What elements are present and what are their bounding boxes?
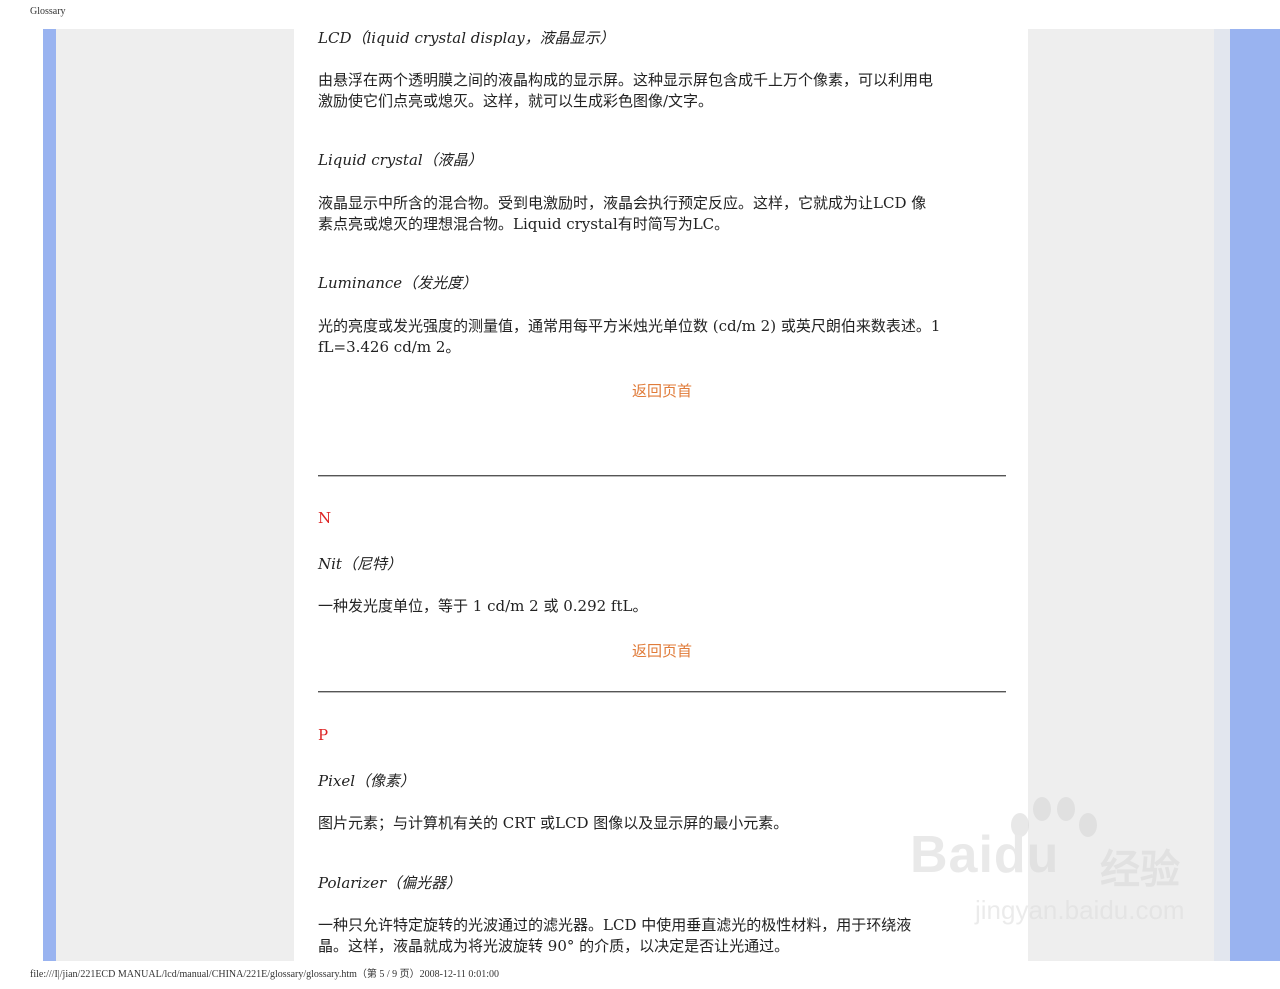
- desc-line: 素点亮或熄灭的理想混合物。Liquid crystal有时简写为LC。: [318, 215, 730, 233]
- watermark-logo-text: Baidu: [910, 826, 1060, 884]
- section-letter-p: P: [318, 726, 329, 744]
- right-light-border: [1214, 29, 1230, 961]
- glossary-desc-nit: 一种发光度单位，等于 1 cd/m 2 或 0.292 ftL。: [318, 596, 1008, 617]
- watermark-url: jingyan.baidu.com: [975, 895, 1185, 925]
- glossary-term-nit: Nit（尼特）: [318, 555, 402, 573]
- page-footer-path: file:///I|/jian/221ECD MANUAL/lcd/manual…: [30, 969, 499, 980]
- back-to-top-link[interactable]: 返回页首: [318, 380, 1006, 401]
- desc-line: 晶。这样，液晶就成为将光波旋转 90° 的介质，以决定是否让光通过。: [318, 937, 790, 955]
- baidu-watermark: Baidu 经验 jingyan.baidu.com: [905, 795, 1205, 935]
- section-letter-n: N: [318, 509, 332, 527]
- watermark-product-text: 经验: [1100, 848, 1180, 892]
- desc-line: fL=3.426 cd/m 2。: [318, 338, 461, 356]
- desc-line: 由悬浮在两个透明膜之间的液晶构成的显示屏。这种显示屏包含成千上万个像素，可以利用…: [318, 71, 934, 89]
- left-margin-panel: [56, 29, 294, 961]
- desc-line: 激励使它们点亮或熄灭。这样，就可以生成彩色图像/文字。: [318, 92, 714, 110]
- glossary-term-pixel: Pixel（像素）: [318, 772, 416, 790]
- right-blue-border: [1230, 29, 1280, 961]
- section-divider: [318, 475, 1006, 477]
- glossary-term-lcd: LCD（liquid crystal display，液晶显示）: [318, 29, 615, 47]
- back-to-top-link[interactable]: 返回页首: [318, 640, 1006, 661]
- glossary-desc-liquid-crystal: 液晶显示中所含的混合物。受到电激励时，液晶会执行预定反应。这样，它就成为让LCD…: [318, 193, 1008, 235]
- glossary-term-liquid-crystal: Liquid crystal（液晶）: [318, 151, 483, 169]
- page-header-title: Glossary: [30, 6, 66, 17]
- glossary-term-luminance: Luminance（发光度）: [318, 274, 478, 292]
- left-blue-border: [43, 29, 56, 961]
- glossary-desc-lcd: 由悬浮在两个透明膜之间的液晶构成的显示屏。这种显示屏包含成千上万个像素，可以利用…: [318, 70, 1008, 112]
- glossary-desc-luminance: 光的亮度或发光强度的测量值，通常用每平方米烛光单位数 (cd/m 2) 或英尺朗…: [318, 316, 1008, 358]
- desc-line: 一种发光度单位，等于 1 cd/m 2 或 0.292 ftL。: [318, 597, 648, 615]
- desc-line: 光的亮度或发光强度的测量值，通常用每平方米烛光单位数 (cd/m 2) 或英尺朗…: [318, 317, 941, 335]
- section-divider: [318, 691, 1006, 693]
- desc-line: 液晶显示中所含的混合物。受到电激励时，液晶会执行预定反应。这样，它就成为让LCD…: [318, 194, 927, 212]
